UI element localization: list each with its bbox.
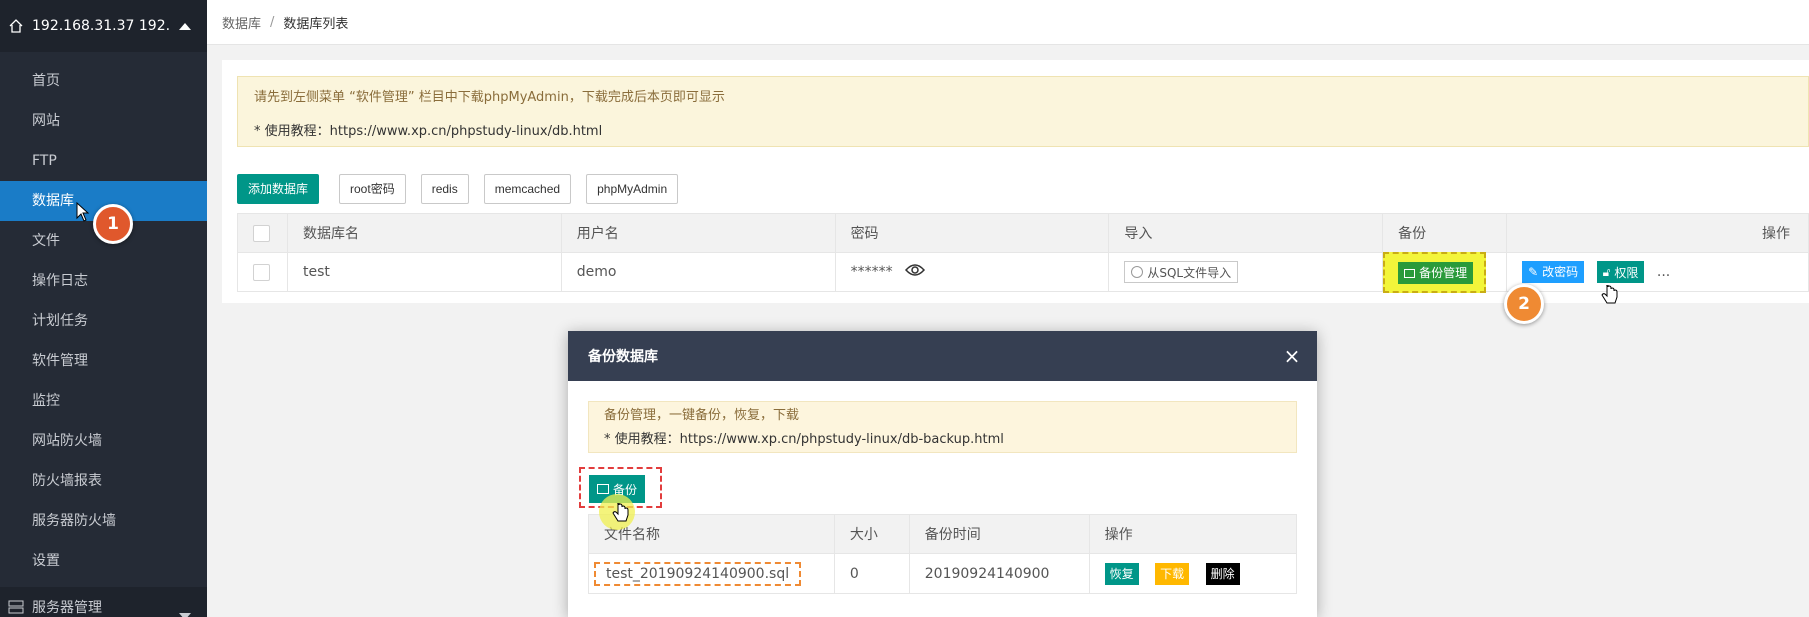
permission-button[interactable]: 🔓︎ 权限 [1596,261,1645,284]
backup-header-row: 文件名称 大小 备份时间 操作 [588,514,1298,554]
row-checkbox[interactable] [253,263,270,281]
db-name-cell: test [286,252,562,292]
add-database-button[interactable]: 添加数据库 [237,174,320,204]
backup-cell: 备份管理 [1382,252,1508,293]
close-icon[interactable]: × [1281,345,1303,367]
step-marker-2: 2 [1504,284,1544,324]
col-size: 大小 [833,514,910,554]
caret-down-icon [179,613,191,617]
row-checkbox-cell [237,252,288,292]
phpmyadmin-button[interactable]: phpMyAdmin [586,174,679,204]
actions-cell: ✎ 改密码 🔓︎ 权限 ... [1506,252,1809,292]
sidebar-item-monitor[interactable]: 监控 [0,381,207,421]
lock-icon: 🔓︎ [1602,264,1611,279]
change-password-button[interactable]: ✎ 改密码 [1522,260,1585,283]
backup-file-name: test_20190924140900.sql [594,561,802,586]
hand-cursor-icon [1601,285,1618,304]
select-all-checkbox[interactable] [253,224,270,242]
sidebar-item-firewall-report[interactable]: 防火墙报表 [0,461,207,501]
password-cell: ****** [834,252,1110,292]
sidebar-item-oplog[interactable]: 操作日志 [0,261,207,301]
time-cell: 20190924140900 [908,553,1090,594]
step-marker-1: 1 [93,204,133,244]
breadcrumb-sep: / [270,14,275,30]
password-mask: ****** [850,264,893,280]
breadcrumb-root[interactable]: 数据库 [222,13,261,32]
more-indicator: ... [1656,263,1671,280]
file-name-cell: test_20190924140900.sql [588,553,835,594]
sidebar-group-label: 服务器管理 [32,600,102,616]
username-cell: demo [560,252,836,292]
sidebar-item-home[interactable]: 首页 [0,61,207,101]
dialog-notice-line1: 备份管理，一键备份，恢复，下载 [604,408,800,423]
notice-line1: 请先到左侧菜单 “软件管理” 栏目中下载phpMyAdmin，下载完成后本页即可… [254,90,725,105]
download-button[interactable]: 下载 [1155,562,1190,585]
backup-icon [597,484,609,494]
restore-button[interactable]: 恢复 [1104,562,1139,585]
col-actions: 操作 [1506,213,1809,253]
notice-line2: * 使用教程：https://www.xp.cn/phpstudy-linux/… [254,124,603,139]
memcached-button[interactable]: memcached [483,174,572,204]
host-label: 192.168.31.37 192.1... [32,18,171,34]
col-backup: 备份 [1382,213,1508,253]
sidebar-item-cron[interactable]: 计划任务 [0,301,207,341]
table-row: test_20190924140900.sql 0 20190924140900… [588,553,1298,594]
host-selector[interactable]: 192.168.31.37 192.1... [0,0,207,52]
notice-box: 请先到左侧菜单 “软件管理” 栏目中下载phpMyAdmin，下载完成后本页即可… [237,76,1809,147]
table-header-row: 数据库名 用户名 密码 导入 备份 操作 [237,213,1809,253]
sidebar-item-ftp[interactable]: FTP [0,141,207,181]
import-sql-label: 从SQL文件导入 [1147,265,1232,280]
database-table: 数据库名 用户名 密码 导入 备份 操作 test demo ****** 从S… [237,213,1809,293]
sidebar-item-website[interactable]: 网站 [0,101,207,141]
edit-icon: ✎ [1528,264,1539,279]
sidebar-item-server-firewall[interactable]: 服务器防火墙 [0,501,207,541]
breadcrumb: 数据库 / 数据库列表 [207,0,1809,45]
toolbar: 添加数据库 root密码 redis memcached phpMyAdmin [237,174,693,204]
redis-button[interactable]: redis [420,174,469,204]
caret-up-icon [179,22,191,30]
dialog-header: 备份数据库 × [568,331,1317,381]
col-backup-time: 备份时间 [908,514,1090,554]
col-backup-actions: 操作 [1088,514,1298,554]
col-db-name: 数据库名 [286,213,562,253]
col-password: 密码 [834,213,1110,253]
sidebar-item-software[interactable]: 软件管理 [0,341,207,381]
import-sql-button[interactable]: 从SQL文件导入 [1124,261,1239,283]
sidebar-item-waf[interactable]: 网站防火墙 [0,421,207,461]
col-import: 导入 [1108,213,1384,253]
backup-manage-label: 备份管理 [1419,266,1468,280]
home-icon [8,18,24,34]
dialog-notice-line2: * 使用教程：https://www.xp.cn/phpstudy-linux/… [604,432,1004,447]
backup-icon [1404,268,1416,278]
sidebar-group-server[interactable]: 服务器管理 [0,587,207,617]
delete-button[interactable]: 删除 [1205,562,1240,585]
change-password-label: 改密码 [1542,265,1579,280]
arrow-cursor-icon [76,202,90,222]
size-cell: 0 [833,553,910,594]
sidebar-item-settings[interactable]: 设置 [0,541,207,581]
table-row: test demo ****** 从SQL文件导入 备份管理 ✎ 改密码 🔓︎ … [237,252,1809,293]
content-panel: 请先到左侧菜单 “软件管理” 栏目中下载phpMyAdmin，下载完成后本页即可… [222,60,1809,303]
sidebar: 192.168.31.37 192.1... 首页 网站 FTP 数据库 文件 … [0,0,207,617]
select-all-cell [237,213,288,253]
backup-table: 文件名称 大小 备份时间 操作 test_20190924140900.sql … [588,514,1298,594]
backup-database-dialog: 备份数据库 × 备份管理，一键备份，恢复，下载 * 使用教程：https://w… [568,331,1317,617]
server-icon [8,600,24,614]
download-circle-icon [1131,266,1144,278]
import-cell: 从SQL文件导入 [1108,252,1384,292]
hand-cursor-icon [612,503,629,522]
eye-icon[interactable] [905,263,926,281]
backup-actions-cell: 恢复 下载 删除 [1088,553,1298,594]
breadcrumb-current: 数据库列表 [283,16,349,32]
col-username: 用户名 [560,213,836,253]
root-password-button[interactable]: root密码 [339,174,406,204]
dialog-title: 备份数据库 [588,349,658,365]
permission-label: 权限 [1614,265,1639,280]
dialog-notice: 备份管理，一键备份，恢复，下载 * 使用教程：https://www.xp.cn… [588,401,1297,453]
backup-manage-button[interactable]: 备份管理 [1398,262,1474,284]
side-menu: 首页 网站 FTP 数据库 文件 操作日志 计划任务 软件管理 监控 网站防火墙… [0,61,207,581]
